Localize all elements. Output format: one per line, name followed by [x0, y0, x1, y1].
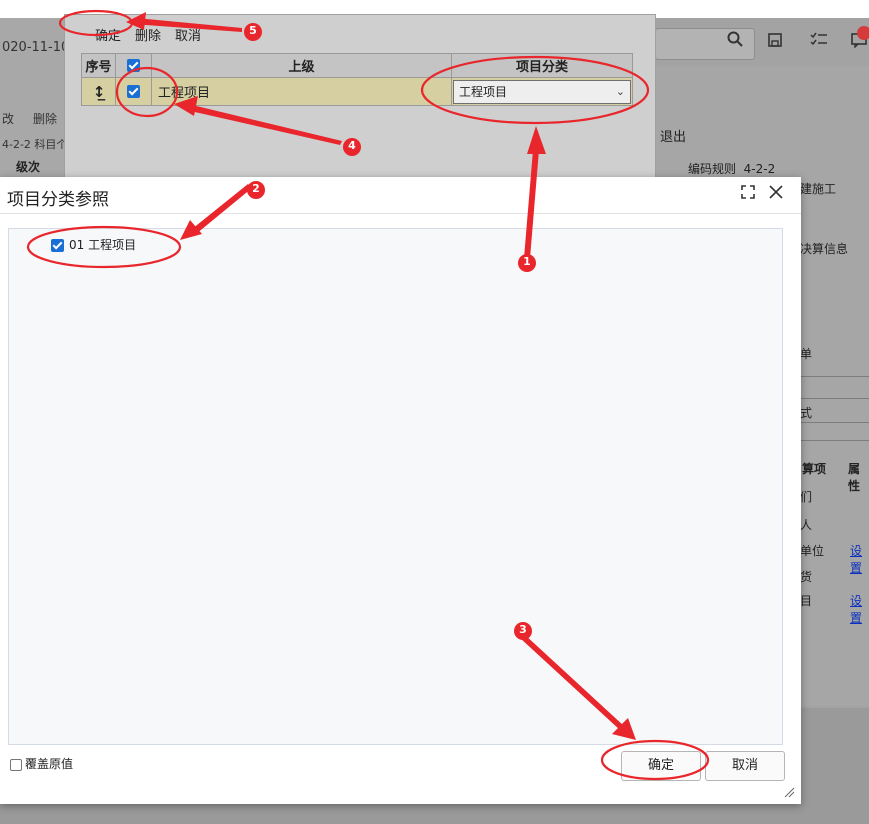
- background-fragment: 单: [800, 347, 813, 361]
- upper-cancel-button[interactable]: 取消: [175, 25, 201, 44]
- background-modify-button[interactable]: 改: [2, 110, 14, 127]
- grid-header: 属性: [848, 462, 861, 493]
- background-fragment: 式: [800, 406, 813, 420]
- checklist-icon[interactable]: [806, 30, 832, 56]
- category-select[interactable]: 工程项目 ⌄: [453, 79, 631, 104]
- column-seq: 序号: [81, 53, 116, 78]
- background-delete-button[interactable]: 删除: [33, 110, 57, 127]
- notification-badge: [857, 26, 869, 40]
- resize-handle-icon[interactable]: [783, 786, 795, 798]
- upper-delete-button[interactable]: 删除: [135, 25, 161, 44]
- annotation-step-number: 1: [523, 255, 531, 268]
- upper-table: 序号 上级 项目分类 ↕̲ 工程项目 工程项目 ⌄: [81, 53, 633, 106]
- override-option[interactable]: 覆盖原值: [10, 755, 73, 772]
- grid-cell: 人: [800, 518, 813, 532]
- tree-node-checkbox[interactable]: [51, 239, 64, 252]
- category-select-value: 工程项目: [459, 84, 508, 99]
- tree-node-label: 01 工程项目: [69, 238, 137, 252]
- rule-label-text: 编码规则: [688, 162, 737, 176]
- category-reference-modal: 项目分类参照 01 工程项目 覆盖原值 确定 取消: [0, 177, 801, 804]
- move-icon[interactable]: ↕̲: [93, 83, 106, 101]
- divider: [800, 376, 869, 377]
- annotation-step-number: 4: [348, 139, 356, 152]
- background-property-grid: 算项 属性 们 人 单位 设置 货 目 设置: [800, 452, 869, 625]
- override-label: 覆盖原值: [25, 757, 74, 771]
- annotation-step-number: 5: [249, 24, 257, 37]
- grid-cell: 们: [800, 490, 813, 504]
- row-checkbox-cell[interactable]: [115, 77, 152, 106]
- grid-settings-link[interactable]: 设置: [850, 542, 869, 576]
- save-icon[interactable]: [762, 30, 788, 56]
- background-coding-rule: 4-2-2 科目个: [2, 138, 68, 151]
- grid-settings-link[interactable]: 设置: [850, 592, 869, 626]
- row-seq-cell[interactable]: ↕̲: [81, 77, 116, 106]
- grid-cell: 目: [800, 594, 813, 608]
- upper-dialog: 确定 删除 取消 序号 上级 项目分类 ↕̲ 工程项目 工程项目 ⌄: [64, 14, 656, 200]
- background-date: 020-11-10: [2, 40, 70, 55]
- row-parent-cell: 工程项目: [151, 77, 452, 106]
- category-tree: 01 工程项目: [8, 228, 783, 745]
- confirm-button[interactable]: 确定: [621, 751, 701, 781]
- column-category: 项目分类: [451, 53, 633, 78]
- cancel-button[interactable]: 取消: [705, 751, 785, 781]
- rule-value-text: 4-2-2: [743, 162, 776, 176]
- column-select-all[interactable]: [115, 53, 152, 78]
- search-icon[interactable]: [722, 30, 748, 56]
- grid-header: 算项: [802, 462, 827, 476]
- select-all-checkbox[interactable]: [127, 59, 140, 72]
- background-level-header: 级次: [16, 160, 41, 174]
- table-row[interactable]: ↕̲ 工程项目 工程项目 ⌄: [81, 77, 633, 106]
- background-fragment: 决算信息: [800, 242, 849, 256]
- chevron-down-icon: ⌄: [615, 84, 625, 98]
- background-fragment: 建施工: [800, 182, 837, 196]
- grid-cell: 单位: [800, 544, 825, 558]
- maximize-icon[interactable]: [738, 184, 758, 204]
- background-exit-button[interactable]: 退出: [660, 126, 686, 145]
- divider: [800, 440, 869, 441]
- divider: [800, 422, 869, 423]
- override-checkbox[interactable]: [10, 758, 22, 771]
- annotation-step-number: 2: [252, 182, 260, 195]
- background-rule-label: 编码规则 4-2-2: [688, 160, 775, 177]
- row-checkbox[interactable]: [127, 85, 140, 98]
- column-parent: 上级: [151, 53, 452, 78]
- tree-node[interactable]: 01 工程项目: [51, 236, 136, 253]
- upper-confirm-button[interactable]: 确定: [95, 25, 121, 44]
- divider: [800, 398, 869, 399]
- modal-title: 项目分类参照: [7, 190, 109, 210]
- row-category-cell[interactable]: 工程项目 ⌄: [451, 77, 633, 106]
- grid-cell: 货: [800, 570, 813, 584]
- divider: [0, 213, 801, 214]
- annotation-step-number: 3: [519, 623, 527, 636]
- close-icon[interactable]: [766, 184, 786, 204]
